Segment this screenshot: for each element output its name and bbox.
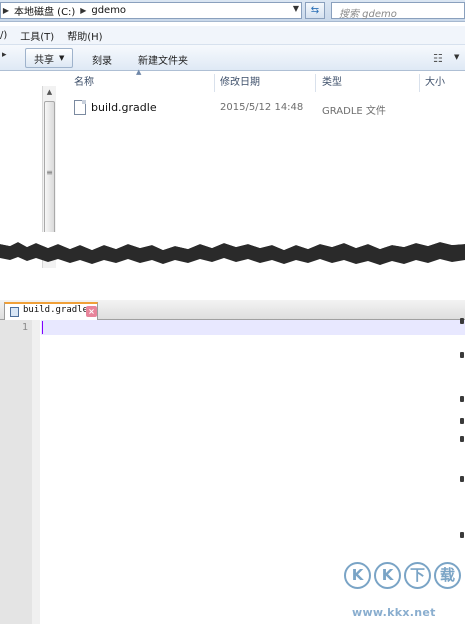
edge-mark — [460, 396, 464, 402]
grip-icon: ≡ — [46, 168, 53, 177]
watermark-url: www.kkx.net — [352, 606, 436, 619]
watermark-badge: 下 — [404, 562, 431, 589]
burn-button[interactable]: 刻录 — [92, 52, 112, 67]
new-folder-button[interactable]: 新建文件夹 — [138, 52, 188, 67]
editor-tab-bar: build.gradle × — [0, 300, 465, 320]
command-toolbar: ▸ 共享 ▼ 刻录 新建文件夹 ☷ ▼ — [0, 44, 465, 71]
column-size[interactable]: 大小 — [425, 74, 445, 92]
document-icon — [10, 307, 19, 317]
column-modified[interactable]: 修改日期 — [220, 74, 260, 92]
line-number: 1 — [21, 322, 28, 333]
watermark-badge: K — [374, 562, 401, 589]
edge-mark — [460, 532, 464, 538]
watermark-badge: K — [344, 562, 371, 589]
share-button[interactable]: 共享 ▼ — [25, 48, 74, 68]
column-name[interactable]: 名称 — [74, 74, 94, 92]
menu-bar: /) 工具(T) 帮助(H) — [0, 26, 465, 44]
organize-caret-icon[interactable]: ▸ — [2, 50, 7, 60]
menu-help[interactable]: 帮助(H) — [61, 28, 109, 43]
chevron-down-icon: ▼ — [59, 54, 65, 62]
menu-tools[interactable]: 工具(T) — [14, 28, 61, 43]
fold-margin[interactable] — [32, 320, 40, 624]
kkx-watermark: K K 下 载 www.kkx.net — [344, 562, 465, 624]
chevron-down-icon[interactable]: ▼ — [293, 4, 299, 13]
share-label: 共享 — [34, 54, 54, 66]
file-name[interactable]: build.gradle — [91, 101, 157, 114]
edge-mark — [460, 476, 464, 482]
sort-indicator-icon: ▲ — [136, 68, 142, 76]
scroll-up-icon[interactable]: ▲ — [43, 88, 56, 96]
menu-view[interactable]: /) — [0, 30, 14, 41]
scrollbar-thumb[interactable]: ≡ — [44, 101, 55, 251]
edge-mark — [460, 352, 464, 358]
file-type: GRADLE 文件 — [322, 106, 386, 117]
column-divider[interactable] — [419, 74, 420, 92]
search-placeholder: 搜索 gdemo — [339, 9, 397, 20]
torn-edge — [0, 232, 465, 265]
edge-mark — [460, 418, 464, 424]
explorer-window: ▶ 本地磁盘 (C:) ▶ gdemo ▼ ⇆ 搜索 gdemo /) 工具(T… — [0, 0, 465, 268]
edge-mark — [460, 436, 464, 442]
search-input[interactable]: 搜索 gdemo — [331, 2, 465, 20]
chevron-right-icon[interactable]: ▶ — [78, 6, 88, 15]
breadcrumb-folder[interactable]: gdemo — [88, 5, 129, 16]
tab-build-gradle[interactable]: build.gradle × — [4, 302, 98, 320]
current-line-highlight[interactable] — [41, 320, 465, 335]
chevron-down-icon[interactable]: ▼ — [454, 53, 459, 61]
column-divider[interactable] — [315, 74, 316, 92]
breadcrumb-drive[interactable]: 本地磁盘 (C:) — [11, 3, 78, 18]
close-icon[interactable]: × — [86, 306, 97, 317]
line-number-gutter: 1 — [0, 320, 40, 624]
watermark-badge: 载 — [434, 562, 461, 589]
chevron-right-icon[interactable]: ▶ — [1, 6, 11, 15]
refresh-button[interactable]: ⇆ — [305, 2, 325, 19]
torn-right-edge — [458, 300, 465, 550]
column-type[interactable]: 类型 — [322, 74, 342, 92]
refresh-icon: ⇆ — [310, 5, 320, 16]
tab-label: build.gradle — [23, 305, 89, 315]
document-icon — [74, 100, 86, 115]
column-divider[interactable] — [214, 74, 215, 92]
file-row[interactable]: build.gradle 2015/5/12 14:48 GRADLE 文件 — [70, 98, 465, 118]
view-options-icon[interactable]: ☷ — [433, 52, 443, 65]
edge-mark — [460, 318, 464, 324]
text-caret — [42, 321, 43, 334]
file-modified: 2015/5/12 14:48 — [220, 102, 304, 113]
breadcrumb[interactable]: ▶ 本地磁盘 (C:) ▶ gdemo ▼ — [0, 2, 302, 19]
address-bar: ▶ 本地磁盘 (C:) ▶ gdemo ▼ ⇆ 搜索 gdemo — [0, 0, 465, 22]
